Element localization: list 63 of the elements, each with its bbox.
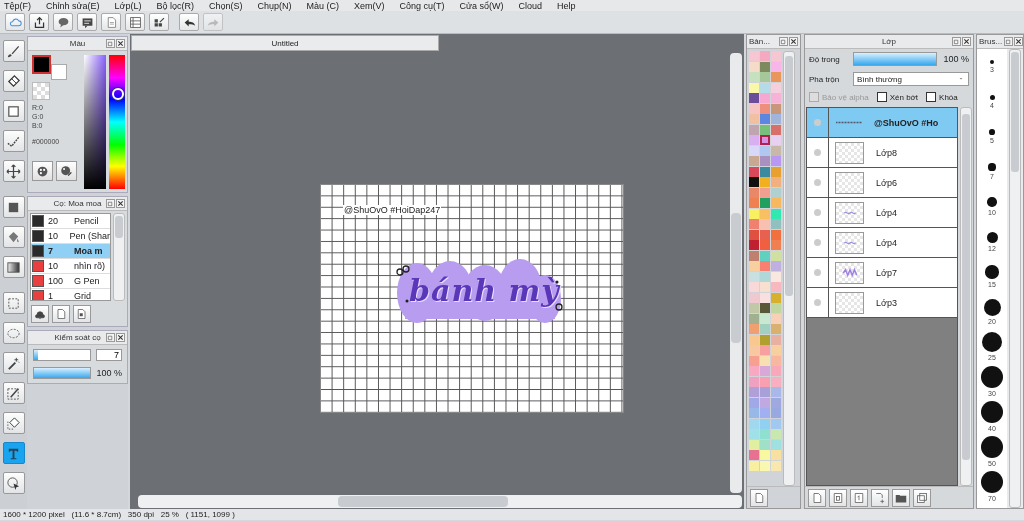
brush-name: Pencil <box>74 216 99 226</box>
brush-name: Grid <box>74 291 91 300</box>
brush-item[interactable]: 7 Moa m <box>31 244 110 259</box>
menu-item[interactable]: Help <box>557 1 576 11</box>
menu-item[interactable]: Lớp(L) <box>114 1 142 11</box>
panel-title: Lớp <box>881 37 897 46</box>
brush-name: Moa m <box>74 246 103 256</box>
brush-size: 20 <box>48 216 59 226</box>
brush-size: 10 <box>48 231 59 241</box>
brush-name: nhìn rõ) <box>74 261 106 271</box>
layer-name: Lớp7 <box>876 267 897 278</box>
brush-item[interactable]: 1 Grid <box>31 289 110 300</box>
panel-title: Cọ: Moa moa <box>53 199 102 208</box>
layer-name: @ShuOvO #Ho <box>874 117 939 128</box>
layer-item[interactable]: Lớp6 <box>807 168 957 198</box>
layer-name: Lớp6 <box>876 177 897 188</box>
document-tab[interactable]: Untitled <box>131 35 439 51</box>
layer-name: Lớp4 <box>876 207 897 218</box>
menu-item[interactable]: Chỉnh sửa(E) <box>46 1 100 11</box>
brush-size: 10 <box>48 261 59 271</box>
menu-item[interactable]: Bộ lọc(R) <box>156 1 194 11</box>
brush-name: Pen (Shar <box>69 231 110 241</box>
layer-item[interactable]: Lớp8 <box>807 138 957 168</box>
layer-item[interactable]: @ShuOvO #Ho <box>807 108 957 138</box>
panel-title: Bản... <box>749 37 770 46</box>
brush-item[interactable]: 20 Pencil <box>31 214 110 229</box>
panel-title: Brus... <box>979 37 1003 46</box>
status-bar: 1600 * 1200 pixel (11.6 * 8.7cm) 350 dpi 25 % ( 1151, 1099 ) <box>0 509 1024 520</box>
menu-item[interactable]: Cloud <box>518 1 543 11</box>
layer-item[interactable]: Lớp7 <box>807 258 957 288</box>
grid-canvas[interactable]: @ShuOvO #HoiDap247 bánh mỳ <box>320 184 624 413</box>
layer-item[interactable]: Lớp4 <box>807 198 957 228</box>
brush-name: G Pen <box>74 276 100 286</box>
menu-item[interactable]: Màu (C) <box>306 1 340 11</box>
layer-opacity-reading: 100 % <box>943 54 969 64</box>
brush-size: 1 <box>48 291 54 300</box>
brush-item[interactable]: 10 nhìn rõ) <box>31 259 110 274</box>
brush-size: 100 <box>48 276 65 286</box>
layer-name: Lớp4 <box>876 237 897 248</box>
menu-item[interactable]: Tệp(F) <box>4 1 31 11</box>
blend-mode-value: Bình thường <box>857 74 902 84</box>
canvas-caption: @ShuOvO #HoiDap247 <box>343 205 442 215</box>
blend-label: Pha trộn <box>809 74 841 84</box>
layer-item[interactable]: Lớp3 <box>807 288 957 318</box>
menu-item[interactable]: Chụp(N) <box>257 1 292 11</box>
layer-name: Lớp3 <box>876 297 897 308</box>
layer-name: Lớp8 <box>876 147 897 158</box>
option-checkbox[interactable]: Khóa <box>926 92 958 102</box>
option-checkbox[interactable]: Xén bớt <box>876 92 919 102</box>
panel-title: Màu <box>69 39 86 48</box>
menu-item[interactable]: Chọn(S) <box>209 1 243 11</box>
layer-item[interactable]: Lớp4 <box>807 228 957 258</box>
artwork-text: bánh mỳ <box>409 273 560 308</box>
menu-item[interactable]: Cửa sổ(W) <box>459 1 504 11</box>
opacity-reading: 100 % <box>96 368 122 378</box>
opacity-label: Độ trong <box>809 54 841 64</box>
panel-title: Kiểm soát cọ <box>54 333 101 342</box>
blend-mode-dropdown[interactable]: Bình thường <box>853 72 969 86</box>
brush-size-field[interactable]: 7 <box>96 349 122 361</box>
menu-item[interactable]: Xem(V) <box>354 1 385 11</box>
brush-size: 7 <box>48 246 54 256</box>
brush-item[interactable]: 100 G Pen <box>31 274 110 289</box>
menu-item[interactable]: Công cụ(T) <box>399 1 445 11</box>
